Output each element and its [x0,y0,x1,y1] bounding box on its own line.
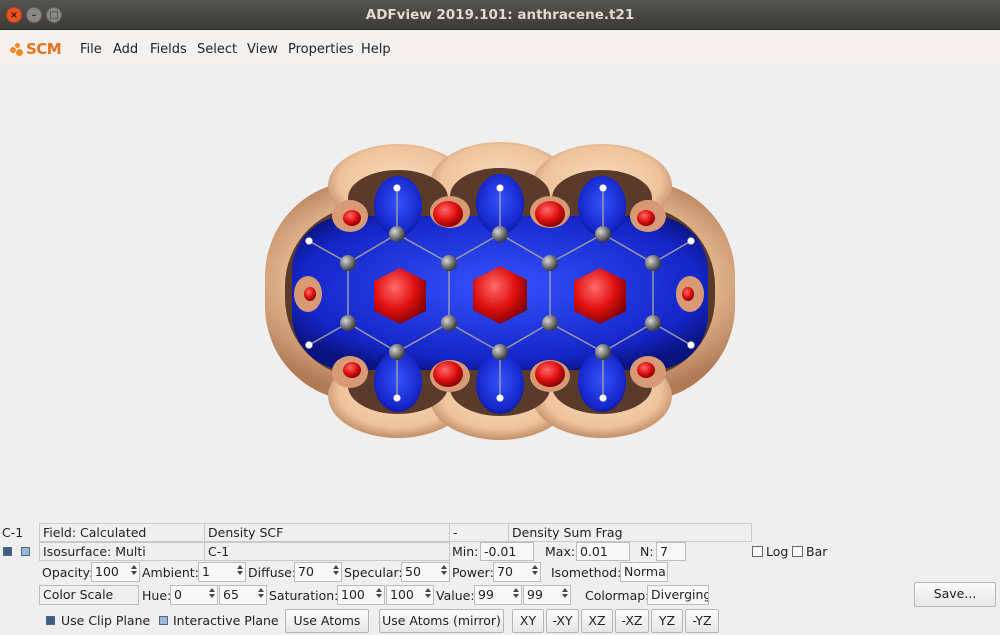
log-label: Log [766,544,789,559]
isosurface-type-cell[interactable]: Isosurface: Multi [39,542,205,561]
max-label: Max: [545,544,576,559]
log-checkbox[interactable] [752,546,763,557]
hue-max-value: 65 [223,587,239,602]
spinner-arrows-icon[interactable] [423,587,432,603]
isomethod-label: Isomethod: [551,565,622,580]
specular-label: Specular: [344,565,403,580]
colormap-label: Colormap: [585,588,650,603]
saturation-min-spinner[interactable]: 100 [337,585,385,605]
spinner-arrows-icon[interactable] [331,564,340,580]
color-scale-button[interactable]: Color Scale [39,585,139,605]
n-label: N: [640,544,654,559]
hue-label: Hue: [142,588,172,603]
use-clip-plane-checkbox[interactable] [46,616,55,625]
spinner-arrows-icon[interactable] [256,587,265,603]
spinner-arrows-icon[interactable] [374,587,383,603]
value-min-value: 99 [478,587,494,602]
spinner-arrows-icon[interactable] [530,564,539,580]
xz-plane-button[interactable]: XZ [581,609,613,633]
field-density-cell[interactable]: Density SCF [204,523,450,542]
isomethod-select[interactable]: Normal [620,562,668,582]
max-input[interactable]: 0.01 [576,542,630,561]
xy-plane-button[interactable]: XY [512,609,544,633]
diffuse-spinner[interactable]: 70 [294,562,342,582]
opacity-label: Opacity: [42,565,94,580]
visible-toggle-icon[interactable] [3,547,12,556]
scm-logo[interactable]: SCM [10,40,62,58]
menu-bar: SCM File Add Fields Select View Properti… [0,30,1000,66]
selected-atom-label: C-1 [2,525,24,540]
value-min-spinner[interactable]: 99 [474,585,522,605]
title-bar: × – □ ADFview 2019.101: anthracene.t21 [0,0,1000,30]
use-atoms-mirror-button[interactable]: Use Atoms (mirror) [379,609,504,633]
use-atoms-button[interactable]: Use Atoms [285,609,369,633]
min-input[interactable]: -0.01 [480,542,534,561]
window-title: ADFview 2019.101: anthracene.t21 [365,7,635,23]
minus-yz-plane-button[interactable]: -YZ [685,609,719,633]
scm-logo-icon [10,42,24,56]
bar-checkbox[interactable] [792,546,803,557]
power-spinner[interactable]: 70 [493,562,541,582]
minus-xy-plane-button[interactable]: -XY [546,609,579,633]
interactive-plane-label: Interactive Plane [173,613,279,628]
hue-min-spinner[interactable]: 0 [170,585,218,605]
spinner-arrows-icon[interactable] [129,564,138,580]
bar-label: Bar [806,544,828,559]
saturation-min-value: 100 [341,587,365,602]
specular-spinner[interactable]: 50 [401,562,450,582]
min-label: Min: [452,544,479,559]
use-clip-plane-label: Use Clip Plane [61,613,151,628]
menu-fields[interactable]: Fields [150,42,187,57]
opacity-spinner[interactable]: 100 [91,562,140,582]
field-control-panel: C-1 Field: Calculated Density SCF - Dens… [0,522,1000,635]
field-density-sum-cell[interactable]: Density Sum Frag [508,523,752,542]
diffuse-value: 70 [298,564,314,579]
saturation-max-spinner[interactable]: 100 [386,585,434,605]
spinner-arrows-icon[interactable] [207,587,216,603]
scm-logo-text: SCM [26,40,62,58]
diffuse-label: Diffuse: [248,565,297,580]
opacity-value: 100 [95,564,119,579]
colormap-select[interactable]: Diverging [647,585,709,605]
saturation-label: Saturation: [269,588,339,603]
spinner-arrows-icon[interactable] [560,587,569,603]
spinner-arrows-icon[interactable] [439,564,448,580]
menu-view[interactable]: View [247,42,278,57]
spinner-arrows-icon[interactable] [511,587,520,603]
minus-xz-plane-button[interactable]: -XZ [615,609,649,633]
isosurface-render [265,142,735,440]
spinner-arrows-icon[interactable] [235,564,244,580]
hue-max-spinner[interactable]: 65 [219,585,267,605]
ambient-label: Ambient: [142,565,199,580]
specular-value: 50 [405,564,421,579]
value-max-spinner[interactable]: 99 [523,585,571,605]
interactive-plane-checkbox[interactable] [159,616,168,625]
menu-help[interactable]: Help [361,42,391,57]
menu-properties[interactable]: Properties [288,42,354,57]
save-button[interactable]: Save... [914,582,996,607]
menu-file[interactable]: File [80,42,102,57]
n-input[interactable]: 7 [656,542,686,561]
isosurface-atom-cell[interactable]: C-1 [204,542,450,561]
value-max-value: 99 [527,587,543,602]
field-type-cell[interactable]: Field: Calculated [39,523,205,542]
ambient-value: 1 [202,564,210,579]
menu-select[interactable]: Select [197,42,237,57]
saturation-max-value: 100 [390,587,414,602]
yz-plane-button[interactable]: YZ [651,609,683,633]
hue-min-value: 0 [174,587,182,602]
molecule-viewport[interactable] [0,66,1000,522]
field-operator-cell[interactable]: - [449,523,509,542]
menu-add[interactable]: Add [113,42,138,57]
value-label: Value: [436,588,475,603]
power-label: Power: [452,565,494,580]
details-toggle-icon[interactable] [21,547,30,556]
power-value: 70 [497,564,513,579]
ambient-spinner[interactable]: 1 [198,562,246,582]
